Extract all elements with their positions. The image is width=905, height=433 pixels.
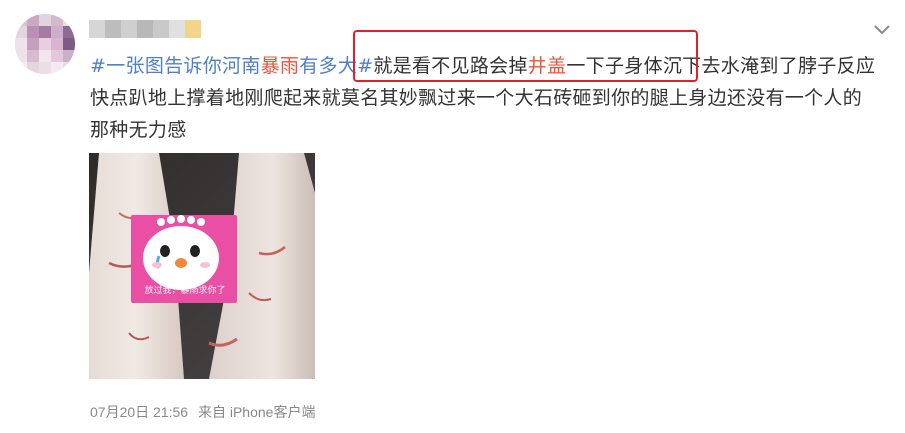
post-text: #一张图告诉你河南暴雨有多大#就是看不见路会掉井盖一下子身体沉下去水淹到了脖子反… <box>90 50 880 146</box>
post-text-part1: 就是看不见路会掉 <box>373 55 528 77</box>
username-blurred[interactable] <box>89 20 201 38</box>
hashtag-link-prefix[interactable]: #一张图告诉你河南 <box>90 55 261 77</box>
hashtag-link-suffix[interactable]: 有多大# <box>299 55 373 77</box>
hashtag-link-highlight[interactable]: 暴雨 <box>261 55 300 77</box>
post-image[interactable]: 放过我，暴雨求你了 <box>89 153 315 379</box>
post-timestamp[interactable]: 07月20日 21:56 <box>90 404 188 420</box>
keyword-manhole: 井盖 <box>527 55 567 77</box>
avatar[interactable] <box>15 14 75 74</box>
arm-photo <box>89 153 315 379</box>
chevron-down-icon[interactable] <box>873 21 891 35</box>
post-source: 来自 iPhone客户端 <box>197 404 316 420</box>
sticker-caption: 放过我，暴雨求你了 <box>144 286 226 296</box>
post-meta: 07月20日 21:56 来自 iPhone客户端 <box>90 402 321 422</box>
